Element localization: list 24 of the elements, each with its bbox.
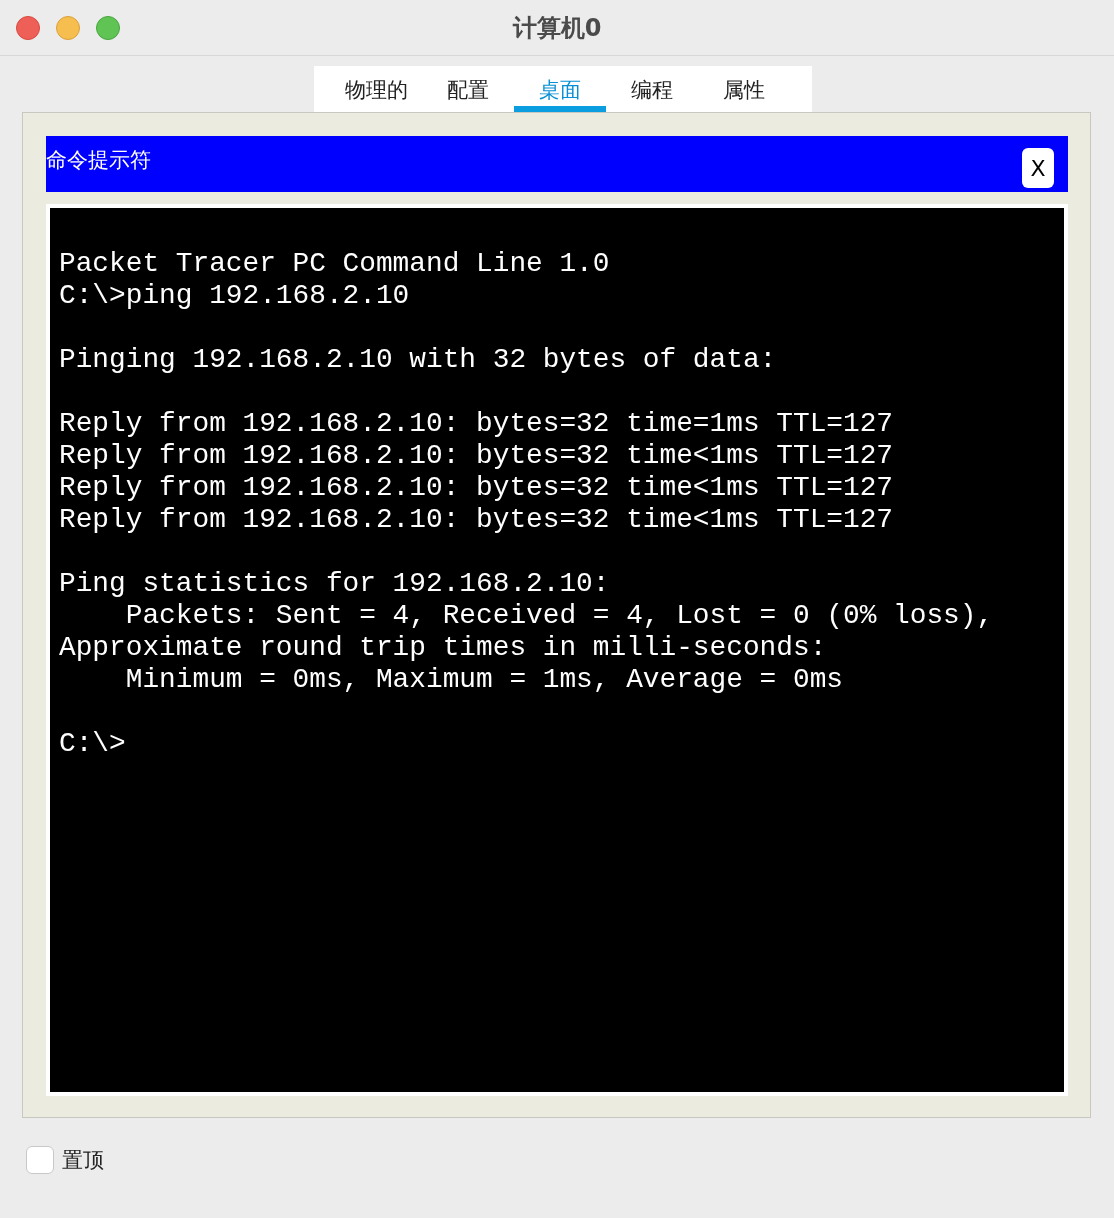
terminal-line: Minimum = 0ms, Maximum = 1ms, Average = 0ms bbox=[124, 664, 844, 696]
terminal-line: Reply from 192.168.2.10: bytes=32 time<1ms TTL=127 bbox=[59, 440, 895, 472]
tab[interactable]: 配置 bbox=[422, 66, 514, 112]
close-icon[interactable] bbox=[16, 16, 40, 40]
minimize-icon[interactable] bbox=[56, 16, 80, 40]
terminal-line: Reply from 192.168.2.10: bytes=32 time<1ms TTL=127 bbox=[59, 504, 895, 536]
tab[interactable]: 属性 bbox=[698, 66, 790, 112]
tab[interactable]: 物理的 bbox=[330, 66, 422, 112]
terminal-line: Packets: Sent = 4, Received = 4, Lost = 0 (0% loss), bbox=[124, 600, 995, 632]
close-button[interactable]: X bbox=[1022, 148, 1054, 188]
terminal-line: Pinging 192.168.2.10 with 32 bytes of data: bbox=[59, 344, 778, 376]
checkbox-label: 置顶 bbox=[62, 1147, 104, 1174]
panel-title: 命令提示符 bbox=[46, 147, 151, 174]
terminal-line: Packet Tracer PC Command Line 1.0 bbox=[59, 248, 611, 280]
tab[interactable]: 编程 bbox=[606, 66, 698, 112]
checkbox[interactable] bbox=[26, 1146, 54, 1174]
terminal-line: Ping statistics for 192.168.2.10: bbox=[59, 568, 611, 600]
terminal-line: C:\> bbox=[59, 728, 127, 760]
terminal-line: Reply from 192.168.2.10: bytes=32 time=1ms TTL=127 bbox=[59, 408, 895, 440]
terminal-line: Approximate round trip times in milli-seconds: bbox=[59, 632, 828, 664]
window-title: 计算机0 bbox=[512, 12, 602, 44]
terminal-line: Reply from 192.168.2.10: bytes=32 time<1ms TTL=127 bbox=[59, 472, 895, 504]
zoom-icon[interactable] bbox=[96, 16, 120, 40]
terminal-line: C:\>ping 192.168.2.10 bbox=[59, 280, 411, 312]
